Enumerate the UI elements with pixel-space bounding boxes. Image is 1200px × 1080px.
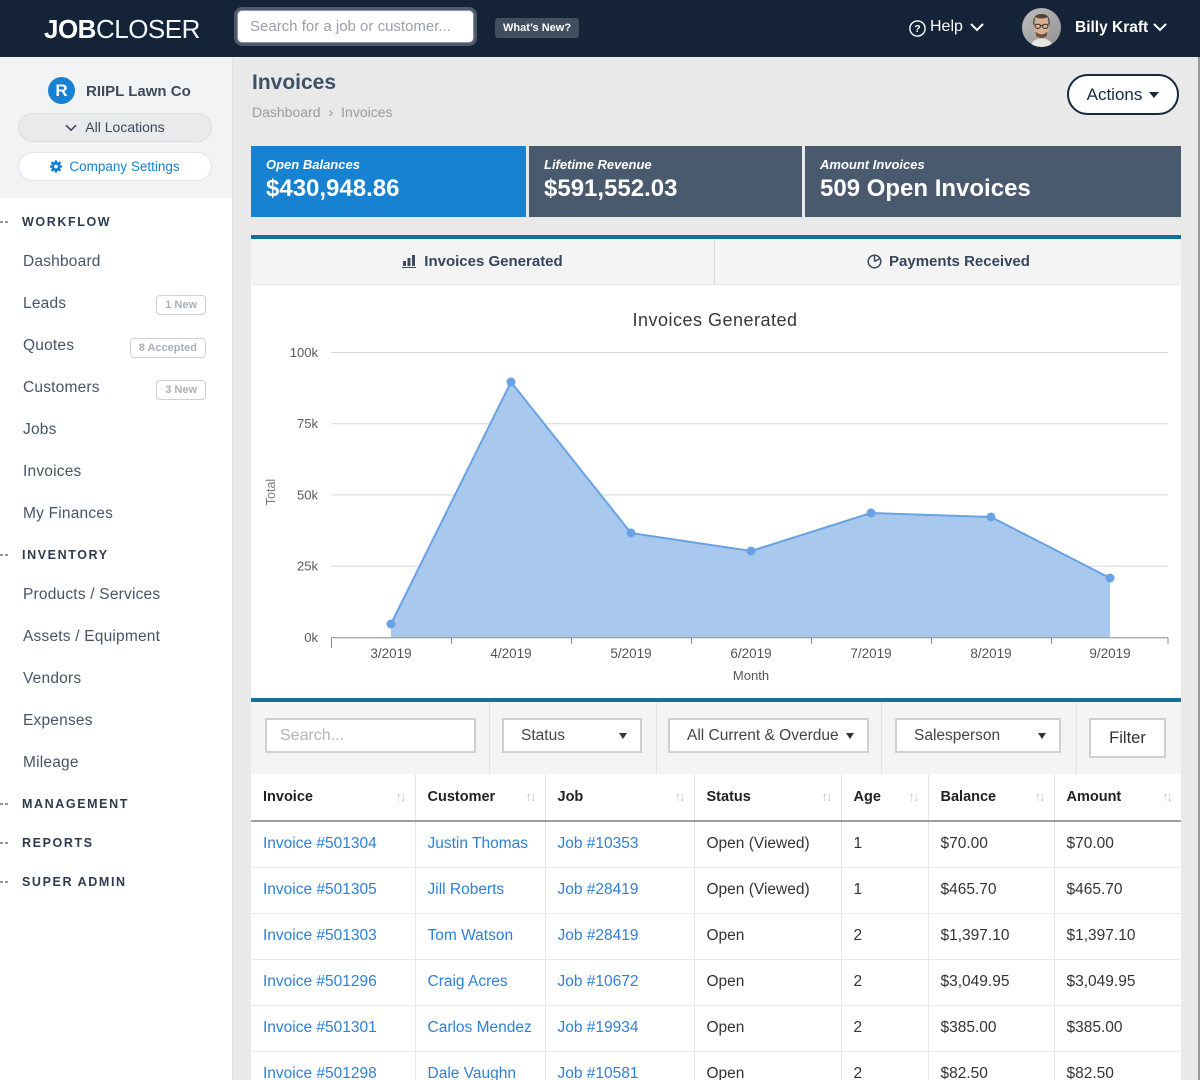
svg-text:4/2019: 4/2019 bbox=[490, 646, 531, 661]
svg-text:9/2019: 9/2019 bbox=[1089, 646, 1130, 661]
svg-text:Month: Month bbox=[733, 668, 769, 683]
svg-text:8/2019: 8/2019 bbox=[970, 646, 1011, 661]
svg-text:7/2019: 7/2019 bbox=[850, 646, 891, 661]
svg-text:0k: 0k bbox=[304, 630, 318, 645]
svg-text:50k: 50k bbox=[297, 487, 318, 502]
svg-text:100k: 100k bbox=[290, 345, 319, 360]
svg-text:25k: 25k bbox=[297, 559, 318, 574]
svg-text:3/2019: 3/2019 bbox=[370, 646, 411, 661]
svg-text:Invoices Generated: Invoices Generated bbox=[632, 310, 797, 330]
svg-text:75k: 75k bbox=[297, 416, 318, 431]
svg-text:6/2019: 6/2019 bbox=[730, 646, 771, 661]
svg-text:?: ? bbox=[914, 23, 920, 35]
svg-text:5/2019: 5/2019 bbox=[610, 646, 651, 661]
svg-text:Total: Total bbox=[264, 479, 278, 505]
